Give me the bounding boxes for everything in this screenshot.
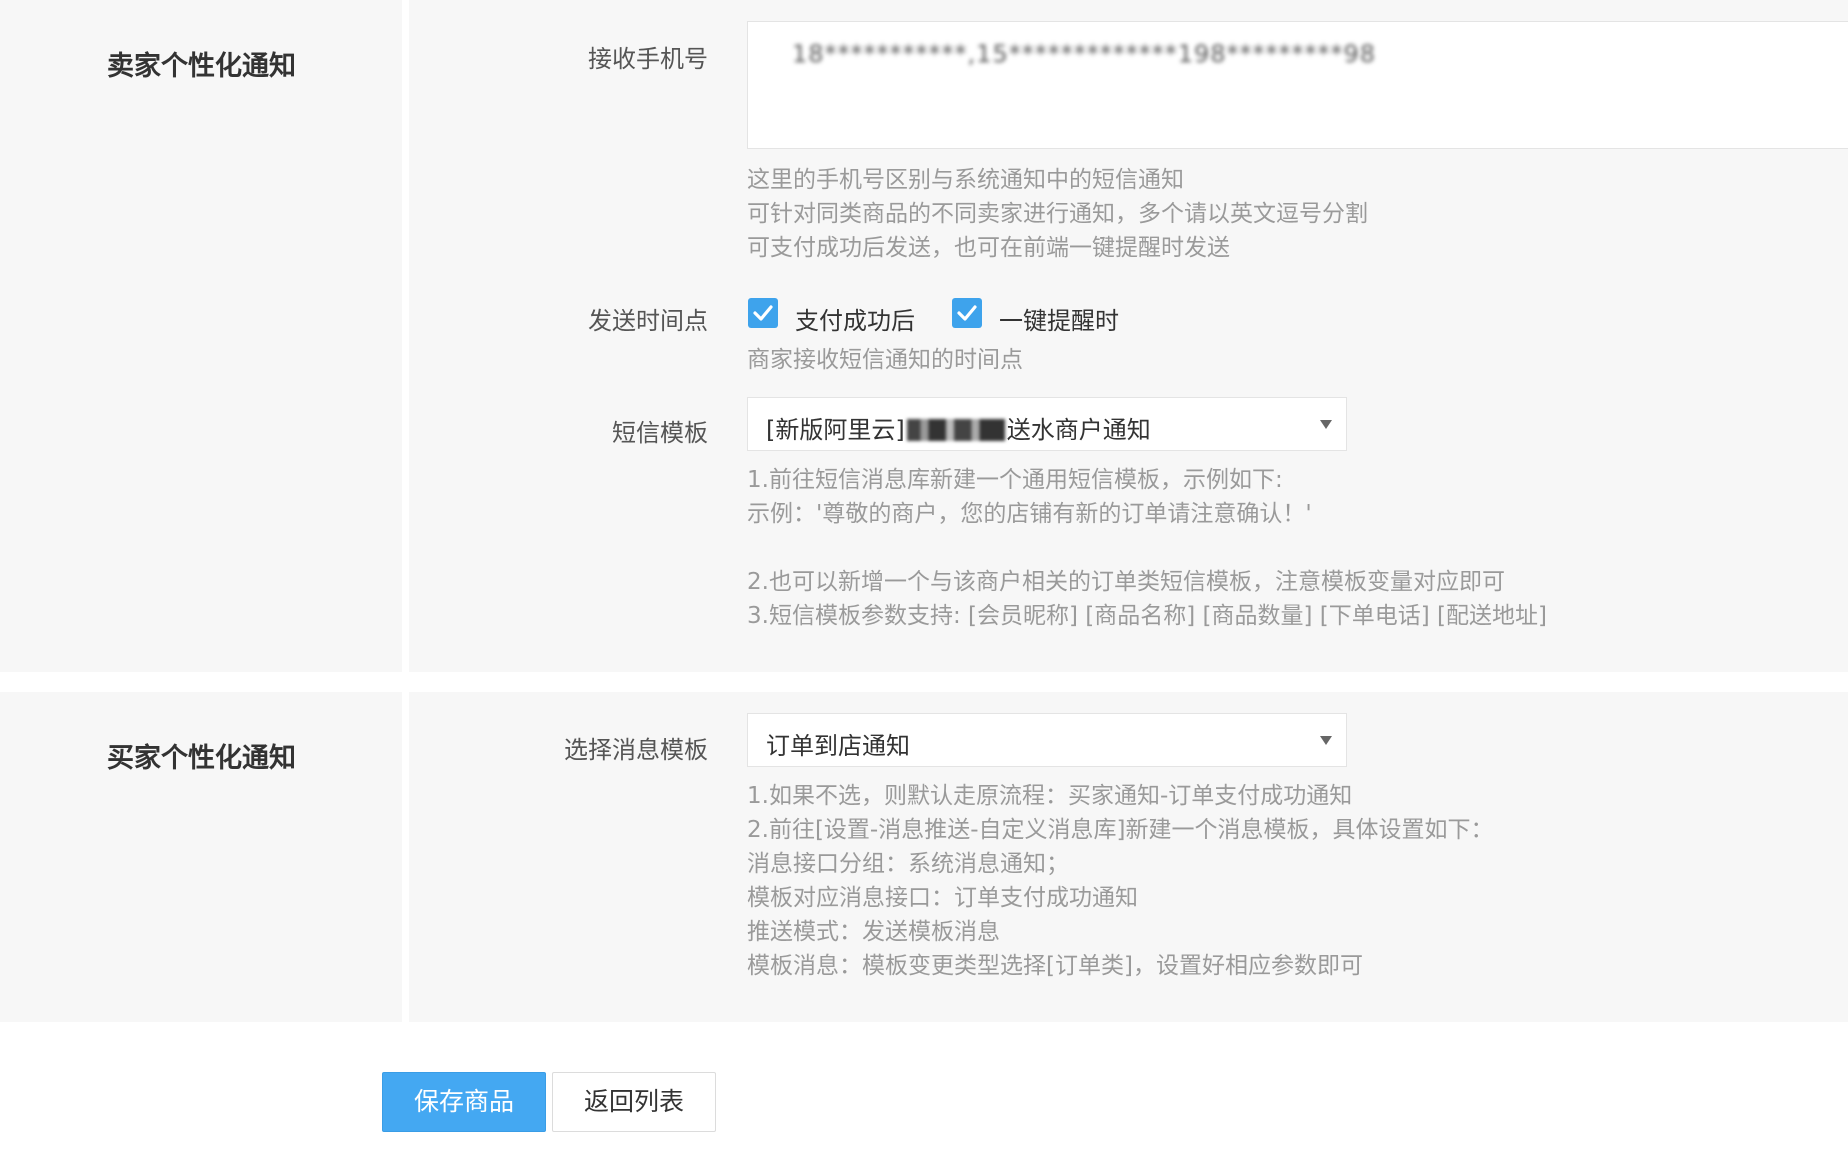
send-time-help-text: 商家接收短信通知的时间点	[747, 347, 1023, 373]
pay-success-checkbox[interactable]	[748, 298, 778, 328]
check-icon	[957, 305, 977, 321]
caret-down-icon	[1320, 420, 1332, 429]
one-click-remind-checkbox[interactable]	[952, 298, 982, 328]
phone-help-text: 这里的手机号区别与系统通知中的短信通知 可针对同类商品的不同卖家进行通知，多个请…	[747, 167, 1368, 261]
sms-template-select[interactable]: [新版阿里云] 送水商户通知	[747, 397, 1347, 451]
send-time-label: 发送时间点	[588, 307, 708, 335]
phone-value: 18***********,15*************198********…	[792, 40, 1377, 68]
sms-template-label: 短信模板	[612, 419, 708, 447]
message-template-label: 选择消息模板	[564, 736, 708, 764]
sms-template-value-prefix: [新版阿里云]	[766, 416, 905, 444]
phone-textarea[interactable]: 18***********,15*************198********…	[747, 21, 1848, 149]
buyer-notification-section: 买家个性化通知 选择消息模板 订单到店通知 1.如果不选，则默认走原流程：买家通…	[0, 692, 1848, 1022]
buyer-section-title: 买家个性化通知	[107, 743, 296, 774]
sms-template-value-suffix: 送水商户通知	[1006, 416, 1151, 444]
caret-down-icon	[1320, 736, 1332, 745]
seller-notification-section: 卖家个性化通知 接收手机号 18***********,15**********…	[0, 0, 1848, 672]
one-click-remind-label[interactable]: 一键提醒时	[999, 301, 1119, 336]
message-template-value: 订单到店通知	[766, 732, 910, 760]
message-template-help-text: 1.如果不选，则默认走原流程：买家通知-订单支付成功通知 2.前往[设置-消息推…	[747, 783, 1494, 979]
check-icon	[753, 305, 773, 321]
message-template-select[interactable]: 订单到店通知	[747, 713, 1347, 767]
pay-success-label[interactable]: 支付成功后	[795, 301, 915, 336]
seller-section-title: 卖家个性化通知	[107, 51, 296, 82]
back-to-list-button[interactable]: 返回列表	[552, 1072, 716, 1132]
sms-template-help-text: 1.前往短信消息库新建一个通用短信模板，示例如下: 示例：'尊敬的商户，您的店铺…	[747, 467, 1547, 629]
redacted-text	[906, 419, 1005, 441]
phone-label: 接收手机号	[588, 45, 708, 73]
save-product-button[interactable]: 保存商品	[382, 1072, 546, 1132]
sms-template-value: [新版阿里云] 送水商户通知	[766, 410, 1151, 445]
